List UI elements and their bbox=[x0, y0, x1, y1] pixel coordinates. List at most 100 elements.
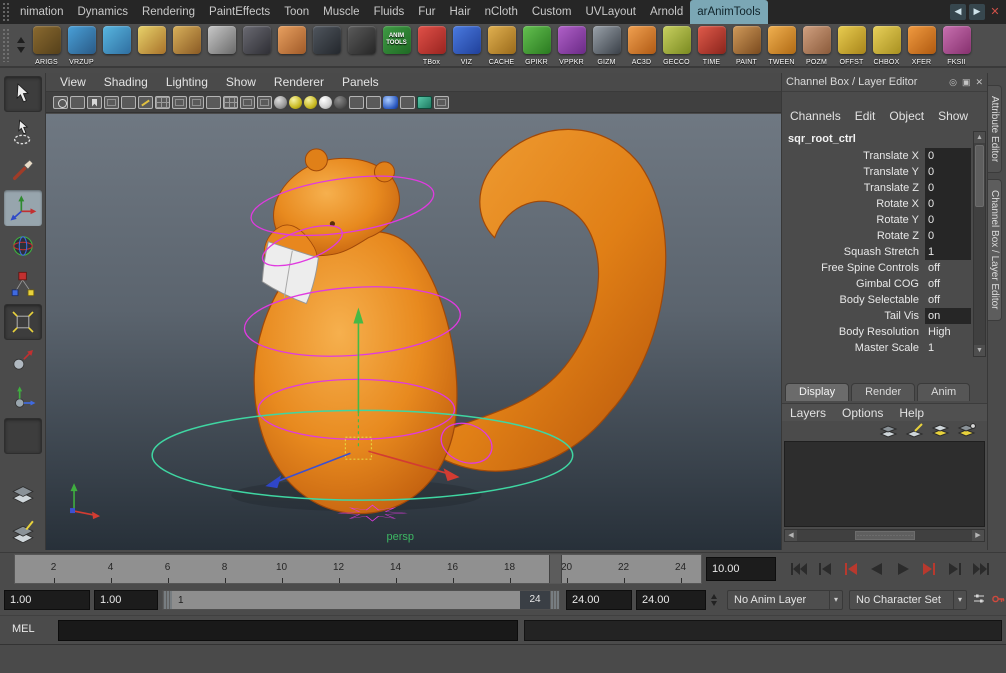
shelf-icon-button[interactable]: ARIGS bbox=[29, 24, 64, 66]
channel-box-menu-item[interactable]: Show bbox=[938, 109, 968, 123]
field-chart-icon[interactable] bbox=[223, 96, 238, 109]
layer-editor-menu-item[interactable]: Options bbox=[842, 406, 883, 420]
channel-value[interactable]: off bbox=[925, 292, 971, 308]
safe-action-icon[interactable] bbox=[240, 96, 255, 109]
shelf-selector-icon[interactable] bbox=[13, 24, 29, 66]
channel-value[interactable]: 0 bbox=[925, 148, 971, 164]
step-forward-frame-button[interactable] bbox=[942, 559, 967, 579]
viewport-menu-item[interactable]: Lighting bbox=[166, 75, 208, 89]
channel-value[interactable]: 1 bbox=[925, 244, 971, 260]
layer-horizontal-scrollbar[interactable]: ◀ ▶ bbox=[784, 529, 985, 542]
step-back-key-button[interactable] bbox=[838, 559, 863, 579]
channel-row[interactable]: Rotate Y 0 bbox=[784, 212, 971, 228]
time-slider[interactable]: 24681012141618202224 bbox=[14, 554, 702, 584]
shelf-tab[interactable]: nimation bbox=[13, 0, 70, 24]
play-backwards-button[interactable] bbox=[864, 559, 889, 579]
shelf-tab[interactable]: Arnold bbox=[643, 0, 690, 24]
channel-name[interactable]: Squash Stretch bbox=[784, 244, 925, 260]
viewport-menu-item[interactable]: View bbox=[60, 75, 86, 89]
channel-object-name[interactable]: sqr_root_ctrl bbox=[784, 131, 971, 148]
screen-space-ao-icon[interactable] bbox=[349, 96, 364, 109]
viewport-menu-item[interactable]: Renderer bbox=[274, 75, 324, 89]
rotate-tool-button[interactable] bbox=[4, 228, 42, 264]
lasso-tool-button[interactable] bbox=[4, 114, 42, 150]
channel-name[interactable]: Master Scale bbox=[784, 340, 925, 356]
shelf-scroll-left-button[interactable]: ◀ bbox=[950, 4, 966, 20]
channel-name[interactable]: Body Selectable bbox=[784, 292, 925, 308]
layer-editor-menu-item[interactable]: Layers bbox=[790, 406, 826, 420]
show-manipulator-tool-button[interactable] bbox=[4, 380, 42, 416]
mel-command-input[interactable] bbox=[58, 620, 518, 641]
channel-name[interactable]: Body Resolution bbox=[784, 324, 925, 340]
play-forwards-button[interactable] bbox=[890, 559, 915, 579]
shelf-icon-button[interactable] bbox=[239, 24, 274, 66]
step-forward-key-button[interactable] bbox=[916, 559, 941, 579]
shelf-icon-button[interactable]: GPIKR bbox=[519, 24, 554, 66]
panel-float-icon[interactable]: ▣ bbox=[962, 77, 971, 88]
image-plane-icon[interactable] bbox=[104, 96, 119, 109]
shelf-tab[interactable]: Fur bbox=[411, 0, 442, 24]
sidebar-vertical-tab[interactable]: Attribute Editor bbox=[988, 85, 1002, 173]
channel-value[interactable]: 1 bbox=[925, 340, 971, 356]
animation-end-field[interactable]: 24.00 bbox=[636, 590, 706, 610]
channel-name[interactable]: Translate Y bbox=[784, 164, 925, 180]
shelf-tab[interactable]: Dynamics bbox=[70, 0, 134, 24]
scroll-right-icon[interactable]: ▶ bbox=[972, 530, 984, 541]
playback-end-field[interactable]: 24.00 bbox=[566, 590, 632, 610]
channel-row[interactable]: Master Scale 1 bbox=[784, 340, 971, 356]
scroll-down-icon[interactable]: ▼ bbox=[974, 345, 985, 356]
isolate-select-icon[interactable] bbox=[417, 96, 432, 109]
channel-row[interactable]: Tail Vis on bbox=[784, 308, 971, 324]
stacked-layers-pen-button[interactable] bbox=[4, 514, 42, 550]
shelf-icon-button[interactable]: TWEEN bbox=[764, 24, 799, 66]
layer-list-area[interactable] bbox=[784, 441, 985, 527]
shelf-icon-button[interactable] bbox=[309, 24, 344, 66]
shelf-icon-button[interactable]: GECCO bbox=[659, 24, 694, 66]
step-back-frame-button[interactable] bbox=[812, 559, 837, 579]
animation-preferences-button[interactable] bbox=[972, 592, 986, 611]
select-tool-button[interactable] bbox=[4, 76, 42, 112]
layer-options-button[interactable] bbox=[905, 423, 925, 439]
camera-attributes-icon[interactable] bbox=[70, 96, 85, 109]
last-tool-slot[interactable] bbox=[4, 418, 42, 454]
channel-name[interactable]: Rotate Y bbox=[784, 212, 925, 228]
viewport-menu-item[interactable]: Show bbox=[226, 75, 256, 89]
shadows-icon[interactable] bbox=[334, 96, 347, 109]
layer-editor-tab[interactable]: Display bbox=[785, 383, 849, 401]
shelf-icon-button[interactable] bbox=[274, 24, 309, 66]
channel-box-menu-item[interactable]: Channels bbox=[790, 109, 841, 123]
shaded-icon[interactable] bbox=[289, 96, 302, 109]
playback-start-field[interactable]: 1.00 bbox=[94, 590, 158, 610]
shelf-tab[interactable]: nCloth bbox=[478, 0, 525, 24]
shelf-icon-button[interactable]: ANIM TOOLS bbox=[379, 24, 414, 66]
channel-row[interactable]: Translate Z 0 bbox=[784, 180, 971, 196]
motion-blur-icon[interactable] bbox=[366, 96, 381, 109]
layer-editor-menu-item[interactable]: Help bbox=[899, 406, 924, 420]
channel-row[interactable]: Body Resolution High bbox=[784, 324, 971, 340]
new-empty-layer-button[interactable] bbox=[931, 423, 951, 439]
go-to-end-button[interactable] bbox=[968, 559, 993, 579]
select-camera-icon[interactable] bbox=[53, 96, 68, 109]
bookmarks-icon[interactable] bbox=[87, 96, 102, 109]
viewport-menu-item[interactable]: Shading bbox=[104, 75, 148, 89]
shelf-icon-button[interactable] bbox=[204, 24, 239, 66]
gate-mask-icon[interactable] bbox=[206, 96, 221, 109]
channel-name[interactable]: Rotate X bbox=[784, 196, 925, 212]
shelf-tab[interactable]: Rendering bbox=[135, 0, 202, 24]
shelf-scroll-right-button[interactable]: ▶ bbox=[969, 4, 985, 20]
panel-close-icon[interactable]: ✕ bbox=[975, 77, 983, 88]
shelf-icon-button[interactable]: XFER bbox=[904, 24, 939, 66]
move-selected-to-layer-button[interactable] bbox=[879, 423, 899, 439]
scale-tool-button[interactable] bbox=[4, 266, 42, 302]
channel-name[interactable]: Gimbal COG bbox=[784, 276, 925, 292]
shelf-icon-button[interactable]: TIME bbox=[694, 24, 729, 66]
stacked-layers-button[interactable] bbox=[4, 476, 42, 512]
channel-box-menu-item[interactable]: Edit bbox=[855, 109, 876, 123]
channel-list-scrollbar[interactable]: ▲ ▼ bbox=[973, 131, 986, 357]
current-frame-marker[interactable] bbox=[549, 555, 562, 583]
shelf-icon-button[interactable] bbox=[344, 24, 379, 66]
shelf-icon-button[interactable] bbox=[169, 24, 204, 66]
channel-name[interactable]: Tail Vis bbox=[784, 308, 925, 324]
viewport-canvas[interactable]: persp bbox=[46, 114, 781, 550]
channel-row[interactable]: Squash Stretch 1 bbox=[784, 244, 971, 260]
